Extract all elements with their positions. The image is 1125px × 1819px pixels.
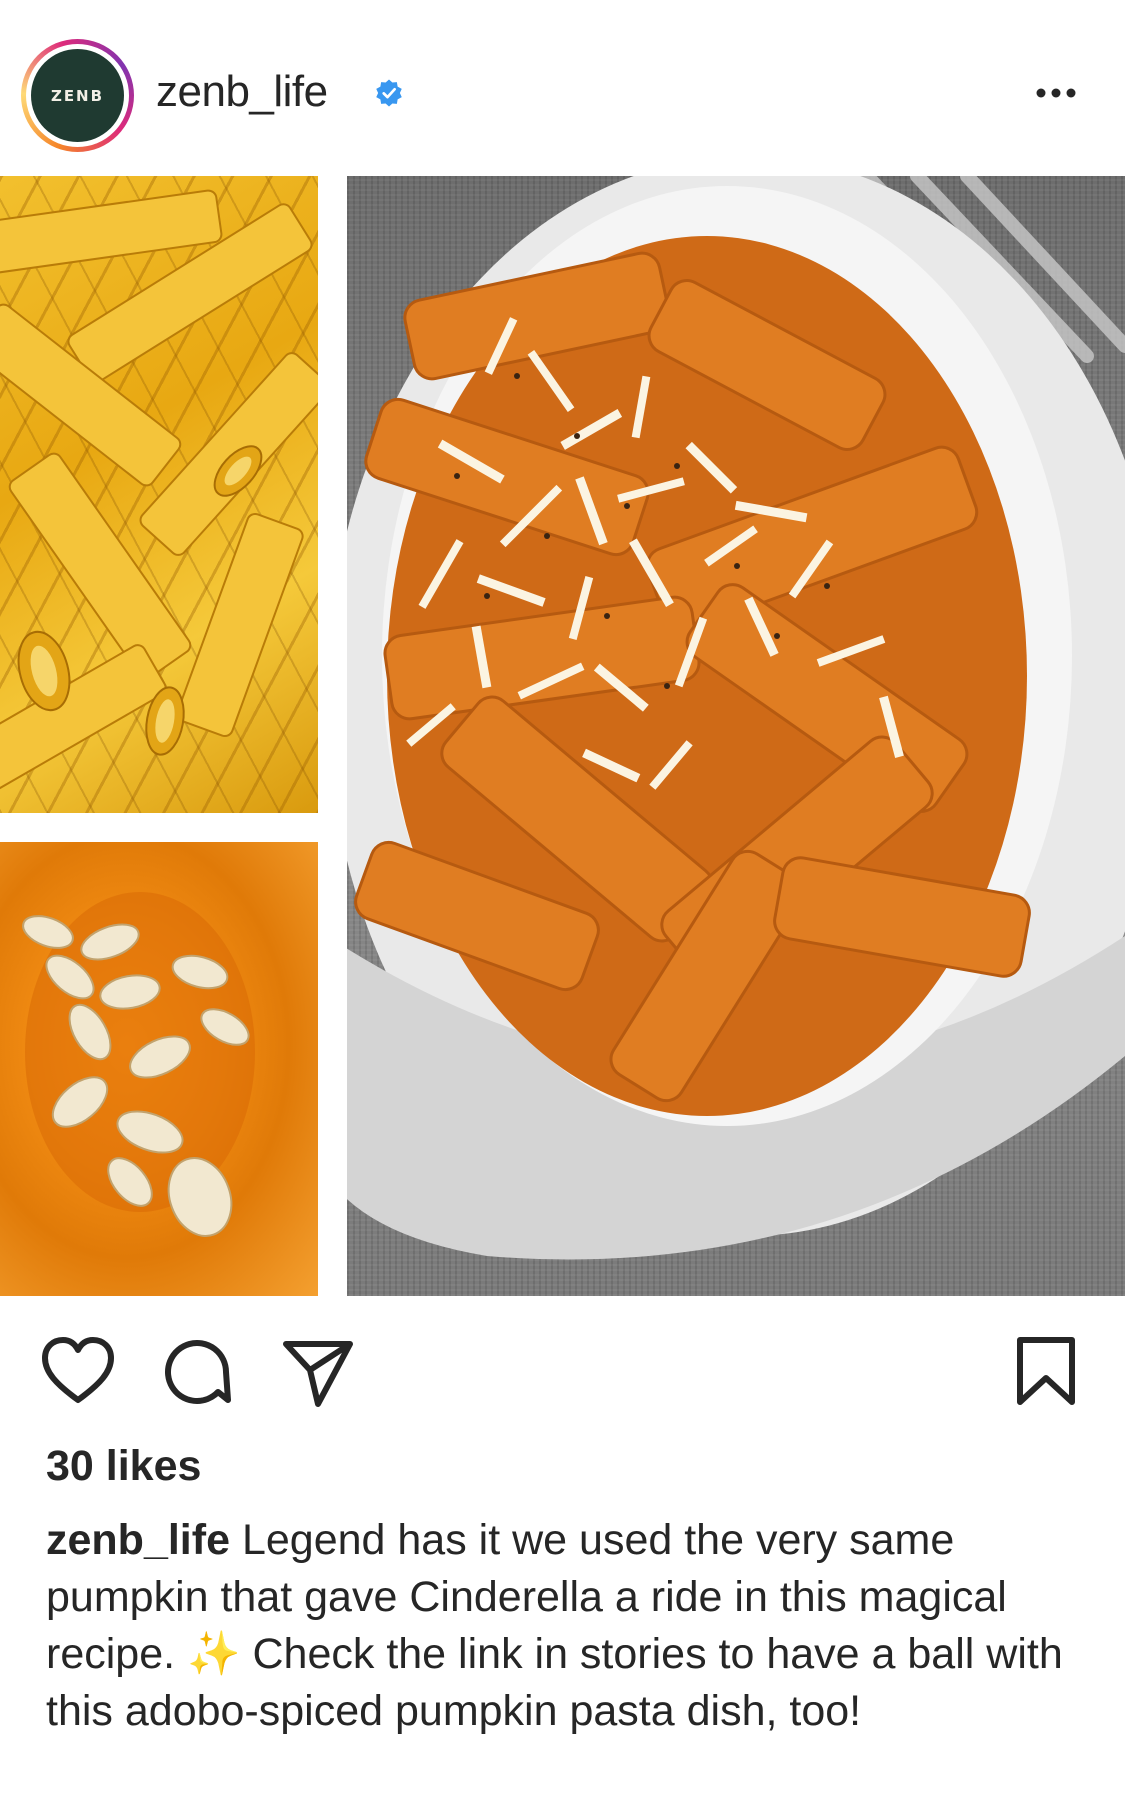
post-author-username[interactable]: zenb_life — [156, 66, 328, 118]
comment-button[interactable] — [160, 1334, 236, 1410]
save-button[interactable] — [1008, 1334, 1084, 1410]
post-header: ZENB zenb_life — [0, 0, 1125, 176]
like-button[interactable] — [40, 1334, 116, 1410]
pumpkin-pasta-bowl-photo — [347, 176, 1125, 1296]
verified-badge-icon — [376, 79, 402, 107]
raw-penne-illustration — [0, 189, 318, 804]
bookmark-icon — [1017, 1337, 1075, 1405]
paper-plane-icon — [283, 1341, 353, 1407]
likes-count[interactable]: 30 likes — [46, 1440, 201, 1492]
raw-penne-photo — [0, 176, 318, 813]
pumpkin-seeds-illustration — [22, 892, 255, 1237]
more-options-icon[interactable] — [1033, 78, 1079, 108]
avatar[interactable]: ZENB — [31, 49, 124, 142]
comment-bubble-icon — [165, 1340, 231, 1404]
story-ring[interactable]: ZENB — [21, 39, 134, 152]
pumpkin-seeds-photo — [0, 842, 318, 1296]
post-actions-bar — [0, 1296, 1125, 1426]
post-caption: zenb_life Legend has it we used the very… — [46, 1512, 1086, 1740]
avatar-gap: ZENB — [26, 44, 129, 147]
pasta-bowl-illustration — [347, 176, 1125, 1260]
caption-username[interactable]: zenb_life — [46, 1516, 230, 1564]
avatar-logo-text: ZENB — [50, 86, 105, 105]
post-media[interactable] — [0, 176, 1125, 1296]
heart-icon — [42, 1337, 114, 1403]
share-button[interactable] — [280, 1334, 356, 1410]
